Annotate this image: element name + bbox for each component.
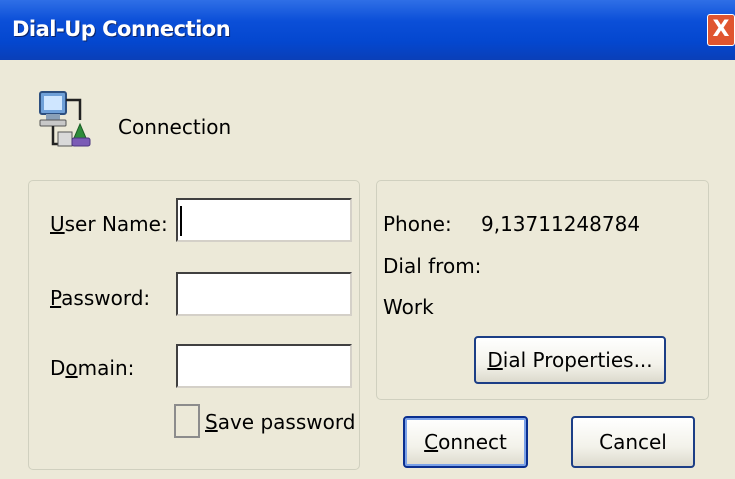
save-password-label[interactable]: Save password [205, 410, 355, 434]
close-icon: X [712, 17, 730, 42]
dial-location: Work [383, 295, 434, 319]
domain-label: Domain: [50, 356, 135, 380]
window-title: Dial-Up Connection [12, 17, 231, 41]
dial-properties-button[interactable]: Dial Properties... [474, 336, 666, 384]
cancel-button[interactable]: Cancel [571, 416, 695, 468]
save-password-checkbox[interactable] [174, 404, 200, 438]
text-caret [180, 206, 182, 236]
phone-label: Phone: [383, 212, 452, 236]
username-field[interactable] [176, 198, 352, 242]
connection-name: Connection [118, 115, 232, 139]
username-label: User Name: [50, 212, 168, 236]
password-label: Password: [50, 286, 151, 310]
domain-field[interactable] [176, 344, 352, 388]
phone-number: 9,13711248784 [481, 212, 641, 236]
title-bar[interactable]: Dial-Up Connection X [0, 0, 735, 60]
dialup-dialog: Dial-Up Connection X Connection User Nam… [0, 0, 735, 479]
close-button[interactable]: X [707, 14, 735, 46]
network-connection-icon [39, 91, 91, 147]
connect-button[interactable]: Connect [403, 416, 528, 468]
password-field[interactable] [176, 272, 352, 316]
dial-from-label: Dial from: [383, 254, 482, 278]
